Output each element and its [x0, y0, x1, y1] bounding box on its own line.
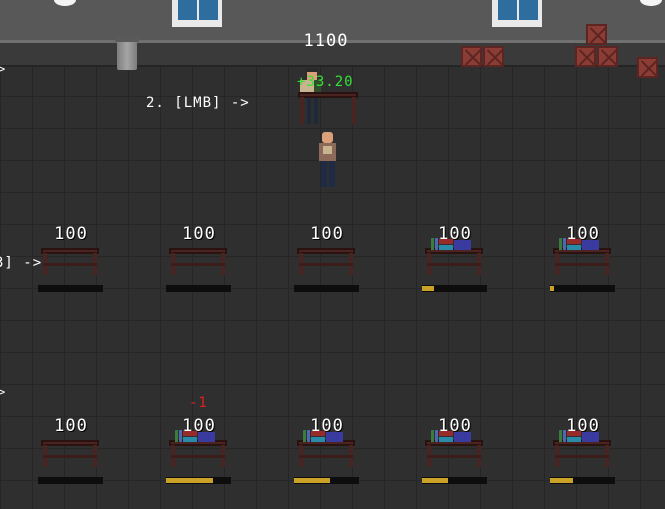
station-value: 100 — [54, 416, 88, 436]
desk — [169, 248, 227, 275]
crate — [586, 24, 607, 45]
desk — [553, 248, 611, 275]
station-8[interactable]: 100 — [294, 416, 364, 496]
crate — [461, 46, 482, 67]
progress-bar — [422, 285, 487, 292]
station-10[interactable]: 100 — [550, 416, 620, 496]
control-hint-lmb: 2. [LMB] -> — [146, 95, 250, 111]
player-character — [317, 132, 339, 188]
desk-leg — [300, 97, 304, 124]
desk — [41, 248, 99, 275]
books-icon — [559, 238, 609, 250]
crate — [483, 46, 504, 67]
desk — [425, 440, 483, 467]
arrow-icon: > — [0, 385, 7, 399]
desk — [297, 440, 355, 467]
floating-loss-text: -1 — [189, 395, 208, 411]
progress-bar — [38, 285, 103, 292]
progress-bar — [422, 477, 487, 484]
desk — [41, 440, 99, 467]
progress-bar — [38, 477, 103, 484]
trash-can — [115, 36, 139, 70]
station-6[interactable]: 100 — [38, 416, 108, 496]
desk — [425, 248, 483, 275]
books-icon — [431, 238, 481, 250]
desk — [297, 248, 355, 275]
window — [172, 0, 222, 27]
desk — [169, 440, 227, 467]
station-9[interactable]: 100 — [422, 416, 492, 496]
station-value: 100 — [310, 224, 344, 244]
station-1[interactable]: 100 — [38, 224, 108, 304]
station-5[interactable]: 100 — [550, 224, 620, 304]
desk — [553, 440, 611, 467]
window — [492, 0, 542, 27]
progress-bar — [550, 477, 615, 484]
books-icon — [303, 430, 353, 442]
crate — [597, 46, 618, 67]
progress-bar — [294, 285, 359, 292]
crate — [575, 46, 596, 67]
station-7[interactable]: 100 — [166, 416, 236, 496]
desk-leg — [352, 97, 356, 124]
progress-bar — [166, 285, 231, 292]
station-value: 100 — [54, 224, 88, 244]
crate — [637, 57, 658, 78]
floating-gain-text: +33.20 — [297, 74, 354, 90]
books-icon — [431, 430, 481, 442]
books-icon — [559, 430, 609, 442]
clerk-leg — [307, 98, 311, 124]
progress-bar — [166, 477, 231, 484]
station-3[interactable]: 100 — [294, 224, 364, 304]
books-icon — [175, 430, 225, 442]
control-hint-partial: 3] -> — [0, 255, 43, 271]
station-2[interactable]: 100 — [166, 224, 236, 304]
progress-bar — [550, 285, 615, 292]
station-value: 100 — [182, 224, 216, 244]
arrow-icon: > — [0, 62, 7, 76]
score-counter: 1100 — [303, 31, 349, 51]
progress-bar — [294, 477, 359, 484]
clerk-leg — [314, 98, 318, 124]
station-4[interactable]: 100 — [422, 224, 492, 304]
